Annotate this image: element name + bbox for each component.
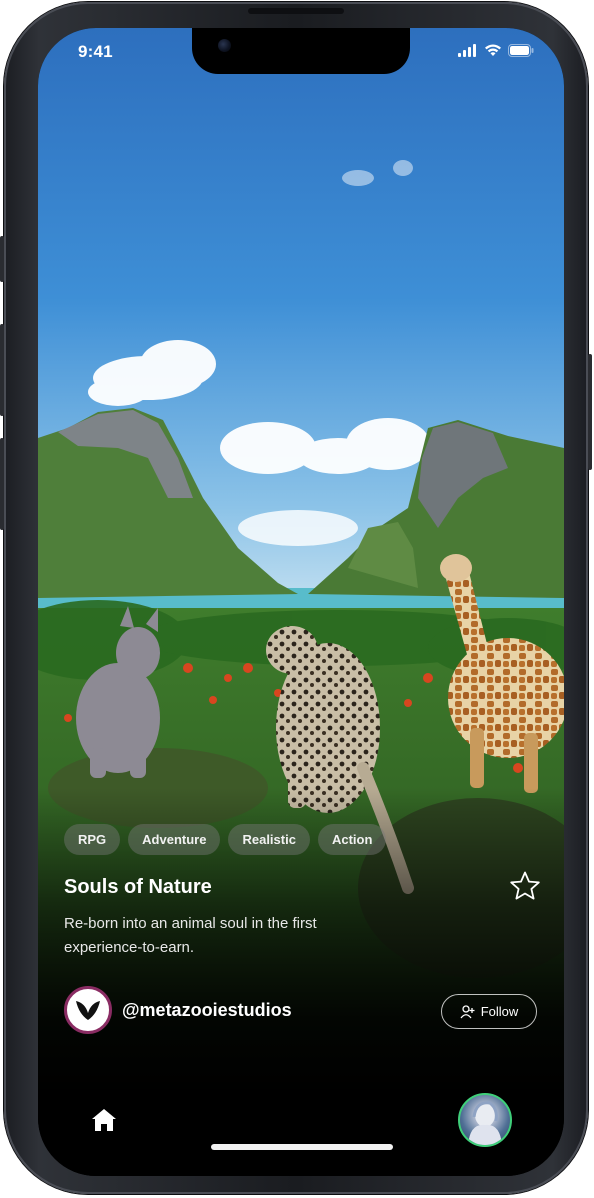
battery-icon xyxy=(508,44,534,57)
tag-realistic[interactable]: Realistic xyxy=(228,824,310,855)
game-title: Souls of Nature xyxy=(64,876,212,898)
action-button xyxy=(0,236,4,282)
genre-tags: RPG Adventure Realistic Action xyxy=(64,824,387,855)
power-button xyxy=(588,354,592,470)
metazooie-logo-icon xyxy=(76,1001,100,1020)
profile-avatar-image xyxy=(468,1101,502,1145)
volume-down-button xyxy=(0,438,4,530)
star-icon[interactable] xyxy=(508,869,542,903)
tag-rpg[interactable]: RPG xyxy=(64,824,121,855)
wifi-icon xyxy=(485,44,501,56)
profile-avatar[interactable] xyxy=(458,1093,512,1147)
dynamic-notch xyxy=(192,28,410,74)
home-indicator[interactable] xyxy=(211,1144,393,1150)
add-user-icon xyxy=(460,1004,475,1018)
screen[interactable]: 9:41 RPG Adventure Realistic Action Soul… xyxy=(38,28,564,1176)
tag-action[interactable]: Action xyxy=(317,824,387,855)
signal-icon xyxy=(458,44,476,57)
volume-up-button xyxy=(0,324,4,416)
creator-row[interactable]: @metazooiestudios xyxy=(64,986,292,1034)
home-icon[interactable] xyxy=(90,1106,118,1134)
follow-button[interactable]: Follow xyxy=(441,994,537,1029)
creator-avatar[interactable] xyxy=(64,986,112,1034)
game-description: Re-born into an animal soul in the first… xyxy=(64,915,317,956)
front-camera xyxy=(218,39,231,52)
earpiece-speaker xyxy=(248,8,344,14)
phone-frame: 9:41 RPG Adventure Realistic Action Soul… xyxy=(0,2,592,1194)
status-time: 9:41 xyxy=(78,42,113,61)
creator-handle[interactable]: @metazooiestudios xyxy=(122,1000,292,1021)
follow-label: Follow xyxy=(480,1004,519,1019)
tag-adventure[interactable]: Adventure xyxy=(128,824,221,855)
status-icons xyxy=(458,44,534,57)
